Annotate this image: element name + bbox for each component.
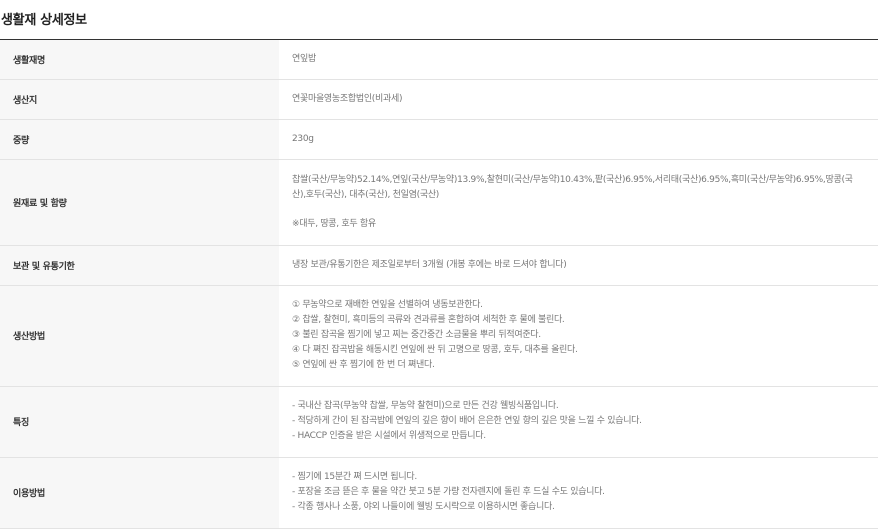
row-value: 연꽃마을영농조합법인(비과세) xyxy=(279,79,878,120)
list-item: - HACCP 인증을 받은 시설에서 위생적으로 만듭니다. xyxy=(292,431,486,441)
allergen-note: ※대두, 땅콩, 호두 함유 xyxy=(292,218,376,229)
row-value: 230g xyxy=(279,119,878,160)
table-row-method: 생산방법 ① 무농약으로 재배한 연잎을 선별하여 냉동보관한다. ② 찹쌀, … xyxy=(0,285,878,387)
row-value: 찹쌀(국산/무농약)52.14%,연잎(국산/무농약)13.9%,찰현미(국산/… xyxy=(279,159,878,246)
list-item: - 각종 행사나 소풍, 야외 나들이에 웰빙 도시락으로 이용하시면 좋습니다… xyxy=(292,502,555,512)
spec-table: 생활재명 연잎밥 생산지 연꽃마을영농조합법인(비과세) 중량 230g 원재료… xyxy=(0,40,878,529)
table-row-ingredients: 원재료 및 함량 찹쌀(국산/무농약)52.14%,연잎(국산/무농약)13.9… xyxy=(0,159,878,246)
list-item: ⑤ 연잎에 싼 후 찜기에 한 번 더 쪄낸다. xyxy=(292,360,435,370)
table-row-weight: 중량 230g xyxy=(0,119,878,160)
row-label: 중량 xyxy=(0,119,279,160)
list-item: ④ 다 쪄진 잡곡밥을 해동시킨 연잎에 싼 뒤 고명으로 땅콩, 호두, 대추… xyxy=(292,345,578,355)
row-value: 연잎밥 xyxy=(279,40,878,80)
row-label: 보관 및 유통기한 xyxy=(0,245,279,286)
list-item: - 포장을 조금 뜯은 후 물을 약간 붓고 5분 가량 전자렌지에 돌린 후 … xyxy=(292,487,605,497)
row-value: - 찜기에 15분간 쪄 드시면 됩니다. - 포장을 조금 뜯은 후 물을 약… xyxy=(279,457,878,529)
row-value: ① 무농약으로 재배한 연잎을 선별하여 냉동보관한다. ② 찹쌀, 찰현미, … xyxy=(279,285,878,387)
row-label: 특징 xyxy=(0,386,279,458)
table-row-name: 생활재명 연잎밥 xyxy=(0,40,878,80)
row-label: 생산방법 xyxy=(0,285,279,387)
list-item: ③ 불린 잡곡을 찜기에 넣고 찌는 중간중간 소금물을 뿌리 뒤적여준다. xyxy=(292,330,541,340)
table-row-storage: 보관 및 유통기한 냉장 보관/유통기한은 제조일로부터 3개월 (개봉 후에는… xyxy=(0,245,878,286)
row-label: 이용방법 xyxy=(0,457,279,529)
product-detail-section: 생활재 상세정보 생활재명 연잎밥 생산지 연꽃마을영농조합법인(비과세) 중량… xyxy=(0,0,880,530)
list-item: - 국내산 잡곡(무농약 찹쌀, 무농약 찰현미)으로 만든 건강 웰빙식품입니… xyxy=(292,401,559,411)
ingredients-text: 찹쌀(국산/무농약)52.14%,연잎(국산/무농약)13.9%,찰현미(국산/… xyxy=(292,174,853,200)
row-value: - 국내산 잡곡(무농약 찹쌀, 무농약 찰현미)으로 만든 건강 웰빙식품입니… xyxy=(279,386,878,458)
row-value: 냉장 보관/유통기한은 제조일로부터 3개월 (개봉 후에는 바로 드셔야 합니… xyxy=(279,245,878,286)
table-row-origin: 생산지 연꽃마을영농조합법인(비과세) xyxy=(0,79,878,120)
row-label: 생활재명 xyxy=(0,40,279,80)
list-item: ① 무농약으로 재배한 연잎을 선별하여 냉동보관한다. xyxy=(292,300,483,310)
list-item: ② 찹쌀, 찰현미, 흑미등의 곡류와 견과류를 혼합하여 세척한 후 물에 불… xyxy=(292,315,565,325)
row-label: 생산지 xyxy=(0,79,279,120)
list-item: - 적당하게 간이 된 잡곡밥에 연잎의 깊은 향이 배어 은은한 연잎 향의 … xyxy=(292,416,642,426)
row-label: 원재료 및 함량 xyxy=(0,159,279,246)
section-title: 생활재 상세정보 xyxy=(1,13,87,28)
table-row-usage: 이용방법 - 찜기에 15분간 쪄 드시면 됩니다. - 포장을 조금 뜯은 후… xyxy=(0,457,878,529)
table-row-features: 특징 - 국내산 잡곡(무농약 찹쌀, 무농약 찰현미)으로 만든 건강 웰빙식… xyxy=(0,386,878,458)
list-item: - 찜기에 15분간 쪄 드시면 됩니다. xyxy=(292,472,417,482)
